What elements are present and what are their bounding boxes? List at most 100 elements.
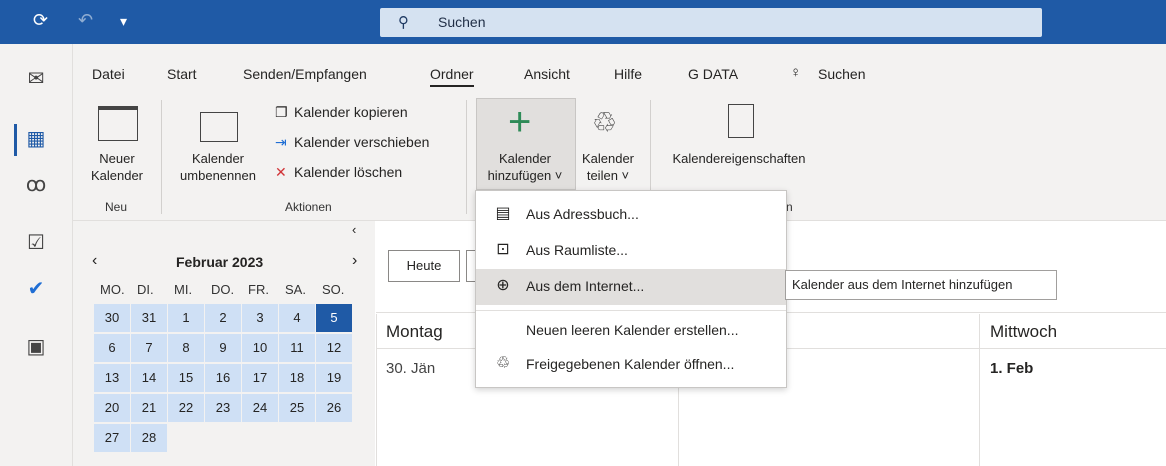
customize-quick-access-icon[interactable]: ▾ — [120, 13, 127, 30]
minical-day[interactable]: 10 — [242, 334, 278, 362]
collapse-pane-icon[interactable]: ‹ — [352, 222, 356, 237]
menu-ansicht[interactable]: Ansicht — [524, 66, 570, 82]
share-calendar-icon: ♲ — [592, 107, 618, 138]
minical-title: Februar 2023 — [176, 254, 264, 270]
menu-search[interactable]: Suchen — [818, 66, 865, 82]
calendar-icon[interactable]: ▦ — [18, 122, 54, 156]
move-calendar-button[interactable]: Kalender verschieben — [294, 134, 429, 150]
minical-day[interactable]: 17 — [242, 364, 278, 392]
calendar-properties-button[interactable]: Kalendereigenschaften — [660, 150, 818, 167]
rail-selection-indicator — [14, 124, 17, 156]
separator — [466, 100, 467, 214]
menu-item-freigegeben[interactable]: ♲ Freigegebenen Kalender öffnen... — [476, 347, 786, 383]
minical-day[interactable]: 14 — [131, 364, 167, 392]
menu-item-raumliste[interactable]: ⊡ Aus Raumliste... — [476, 233, 786, 269]
move-calendar-icon: ⇥ — [275, 134, 287, 150]
date-montag: 30. Jän — [386, 360, 436, 377]
minical-day[interactable]: 5 — [316, 304, 352, 332]
copy-calendar-icon: ❐ — [275, 104, 288, 120]
weekday-label: SO. — [322, 282, 345, 297]
minical-day[interactable]: 6 — [94, 334, 130, 362]
day-header-mittwoch: Mittwoch — [990, 322, 1058, 341]
minical-day[interactable]: 25 — [279, 394, 315, 422]
minical-day[interactable]: 11 — [279, 334, 315, 362]
search-placeholder: Suchen — [438, 14, 486, 30]
minical-day[interactable]: 12 — [316, 334, 352, 362]
weekday-label: MO. — [100, 282, 125, 297]
minical-day[interactable]: 26 — [316, 394, 352, 422]
weekday-label: DO. — [211, 282, 235, 297]
minical-day[interactable]: 7 — [131, 334, 167, 362]
menu-separator — [476, 310, 786, 311]
minical-day[interactable]: 8 — [168, 334, 204, 362]
minical-day[interactable]: 15 — [168, 364, 204, 392]
new-calendar-button[interactable]: Neuer Kalender — [82, 150, 152, 184]
minical-day[interactable]: 22 — [168, 394, 204, 422]
next-month-icon[interactable]: › — [352, 252, 357, 270]
search-box[interactable]: ⚲ Suchen — [380, 8, 1042, 37]
roomlist-icon: ⊡ — [496, 241, 510, 258]
group-label-neu: Neu — [105, 200, 128, 214]
separator — [161, 100, 162, 214]
minical-day[interactable]: 28 — [131, 424, 167, 452]
group-label-partial: n — [786, 200, 793, 214]
minical-day[interactable]: 2 — [205, 304, 241, 332]
menu-item-adressbuch[interactable]: ▤ Aus Adressbuch... — [476, 197, 786, 233]
minical-day[interactable]: 18 — [279, 364, 315, 392]
delete-calendar-button[interactable]: Kalender löschen — [294, 164, 402, 180]
minical-day[interactable]: 30 — [94, 304, 130, 332]
addressbook-icon: ▤ — [495, 205, 511, 222]
weekday-label: DI. — [137, 282, 154, 297]
apps-icon[interactable]: ▣ — [18, 330, 54, 364]
minical-day[interactable]: 1 — [168, 304, 204, 332]
date-mittwoch: 1. Feb — [990, 360, 1034, 377]
menu-datei[interactable]: Datei — [92, 66, 125, 82]
minical-day[interactable]: 23 — [205, 394, 241, 422]
day-header-montag: Montag — [386, 322, 443, 341]
undo-icon[interactable]: ↶ — [78, 10, 93, 31]
mail-icon[interactable]: ✉ — [18, 62, 54, 96]
weekday-label: FR. — [248, 282, 269, 297]
rename-calendar-button[interactable]: Kalender umbenennen — [172, 150, 264, 184]
menu-ordner[interactable]: Ordner — [430, 66, 474, 87]
minical-day[interactable]: 16 — [205, 364, 241, 392]
minical-day[interactable]: 24 — [242, 394, 278, 422]
minical-day[interactable]: 27 — [94, 424, 130, 452]
delete-calendar-icon: ✕ — [275, 164, 287, 180]
menu-hilfe[interactable]: Hilfe — [614, 66, 642, 82]
today-label: Heute — [406, 258, 442, 273]
menu-start[interactable]: Start — [167, 66, 197, 82]
today-button[interactable]: Heute — [388, 250, 460, 282]
tasks-icon[interactable]: ☑ — [18, 226, 54, 260]
menu-item-internet[interactable]: ⊕ Aus dem Internet... — [476, 269, 786, 305]
menu-senden-empfangen[interactable]: Senden/Empfangen — [243, 66, 367, 82]
add-calendar-label: Kalender hinzufügen ˅ — [487, 151, 563, 183]
new-calendar-icon — [98, 106, 138, 141]
lightbulb-icon: ♀ — [790, 64, 802, 81]
menu-item-neuer-kalender[interactable]: Neuen leeren Kalender erstellen... — [476, 313, 786, 349]
minical-day[interactable]: 4 — [279, 304, 315, 332]
tooltip: Kalender aus dem Internet hinzufügen — [785, 270, 1057, 300]
menu-gdata[interactable]: G DATA — [688, 66, 738, 82]
todo-check-icon[interactable]: ✔ — [18, 272, 54, 306]
people-icon[interactable]: ꝏ — [18, 168, 54, 202]
minical-day[interactable]: 19 — [316, 364, 352, 392]
minical-weekdays: MO. DI. MI. DO. FR. SA. SO. — [100, 282, 360, 302]
minical-day[interactable]: 21 — [131, 394, 167, 422]
minical-day[interactable]: 3 — [242, 304, 278, 332]
sync-icon[interactable]: ⟳ — [33, 10, 48, 31]
minical-day[interactable]: 13 — [94, 364, 130, 392]
globe-icon: ⊕ — [496, 277, 510, 294]
properties-icon — [728, 104, 754, 138]
prev-month-icon[interactable]: ‹ — [92, 252, 97, 270]
minical-grid: 30 31 1 2 3 4 5 6 7 8 9 10 11 12 13 14 15 16 17 18 19 20 21 22 2… — [94, 304, 360, 458]
rename-calendar-icon — [200, 112, 238, 142]
minical-day[interactable]: 20 — [94, 394, 130, 422]
add-calendar-dropdown: ▤ Aus Adressbuch... ⊡ Aus Raumliste... ⊕… — [475, 190, 787, 388]
minical-day[interactable]: 31 — [131, 304, 167, 332]
copy-calendar-button[interactable]: Kalender kopieren — [294, 104, 408, 120]
search-icon: ⚲ — [398, 14, 409, 31]
plus-icon: + — [508, 100, 532, 144]
minical-day[interactable]: 9 — [205, 334, 241, 362]
share-calendar-button[interactable]: Kalender teilen ˅ — [574, 150, 642, 184]
